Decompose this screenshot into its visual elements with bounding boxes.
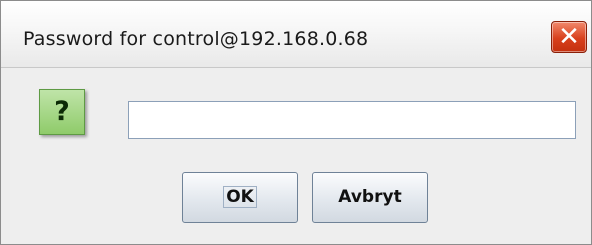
close-icon: ✕ <box>558 22 580 52</box>
ok-button-label: OK <box>223 186 257 208</box>
close-button[interactable]: ✕ <box>551 21 587 53</box>
question-icon: ? <box>39 89 85 135</box>
password-input[interactable] <box>128 101 576 139</box>
password-dialog: Password for control@192.168.0.68 ✕ ? OK… <box>0 0 592 245</box>
ok-button[interactable]: OK <box>182 172 298 223</box>
question-icon-glyph: ? <box>54 96 70 127</box>
title-bar[interactable]: Password for control@192.168.0.68 ✕ <box>1 1 591 68</box>
cancel-button-label: Avbryt <box>338 187 402 207</box>
dialog-content: ? OK Avbryt <box>1 68 591 244</box>
cancel-button[interactable]: Avbryt <box>312 172 428 223</box>
dialog-title: Password for control@192.168.0.68 <box>23 28 369 50</box>
